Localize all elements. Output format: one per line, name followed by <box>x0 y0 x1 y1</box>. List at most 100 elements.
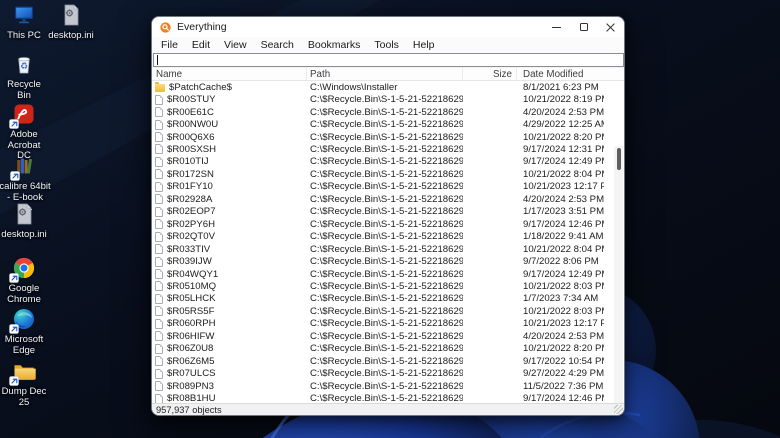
file-name: $R00NW0U <box>167 119 219 131</box>
cell-name: $R02PY6H <box>152 219 307 230</box>
cell-date-modified: 10/21/2023 12:17 PM <box>523 181 604 193</box>
table-row[interactable]: $R0510MQ C:\$Recycle.Bin\S-1-5-21-522186… <box>152 280 624 292</box>
desktop-icon-label: Recycle Bin <box>7 79 41 101</box>
file-name: $R01FY10 <box>167 181 213 193</box>
file-name: $R00E61C <box>167 106 214 118</box>
file-type-icon <box>155 107 163 118</box>
minimize-icon <box>552 26 561 28</box>
table-row[interactable]: $R0172SN C:\$Recycle.Bin\S-1-5-21-522186… <box>152 168 624 180</box>
file-type-icon <box>155 256 163 267</box>
file-name: $R0172SN <box>167 168 214 180</box>
status-bar: 957,937 objects <box>152 403 624 415</box>
table-row[interactable]: $R05LHCK C:\$Recycle.Bin\S-1-5-21-522186… <box>152 293 624 305</box>
desktop-icon-glyph <box>58 3 84 27</box>
file-type-icon <box>155 318 163 329</box>
table-row[interactable]: $R00STUY C:\$Recycle.Bin\S-1-5-21-522186… <box>152 93 624 105</box>
desktop-icon-glyph <box>11 52 37 76</box>
search-input[interactable] <box>153 53 624 67</box>
table-row[interactable]: $R06Z0U8 C:\$Recycle.Bin\S-1-5-21-522186… <box>152 343 624 355</box>
table-row[interactable]: $R02PY6H C:\$Recycle.Bin\S-1-5-21-522186… <box>152 218 624 230</box>
window-controls <box>543 17 624 37</box>
menu-item[interactable]: Edit <box>185 39 217 51</box>
menu-item[interactable]: Help <box>406 39 442 51</box>
results-list: $PatchCache$ C:\Windows\Installer 8/1/20… <box>152 81 624 403</box>
cell-path: C:\$Recycle.Bin\S-1-5-21-522186291-20652… <box>310 181 463 193</box>
desktop-icon-edge[interactable]: Microsoft Edge <box>0 307 48 356</box>
file-name: $R02QT0V <box>167 231 215 243</box>
desktop-icon-this-pc[interactable]: This PC <box>0 3 48 42</box>
minimize-button[interactable] <box>543 17 570 37</box>
menu-bar: File Edit View Search Bookmarks Tools He… <box>152 37 624 53</box>
table-row[interactable]: $R00E61C C:\$Recycle.Bin\S-1-5-21-522186… <box>152 106 624 118</box>
table-row[interactable]: $R01FY10 C:\$Recycle.Bin\S-1-5-21-522186… <box>152 181 624 193</box>
file-type-icon <box>155 94 163 105</box>
cell-name: $R089PN3 <box>152 381 307 392</box>
desktop-icon-chrome[interactable]: Google Chrome <box>0 256 48 305</box>
table-row[interactable]: $R039IJW C:\$Recycle.Bin\S-1-5-21-522186… <box>152 255 624 267</box>
file-type-icon <box>155 156 163 167</box>
menu-item[interactable]: Tools <box>367 39 406 51</box>
file-type-icon <box>155 169 163 180</box>
column-header-path[interactable]: Path <box>307 68 463 80</box>
table-row[interactable]: $PatchCache$ C:\Windows\Installer 8/1/20… <box>152 81 624 93</box>
cell-path: C:\$Recycle.Bin\S-1-5-21-522186291-20652… <box>310 393 463 403</box>
window-titlebar[interactable]: Everything <box>152 17 624 37</box>
table-row[interactable]: $R08B1HU C:\$Recycle.Bin\S-1-5-21-522186… <box>152 392 624 403</box>
table-row[interactable]: $R060RPH C:\$Recycle.Bin\S-1-5-21-522186… <box>152 318 624 330</box>
table-row[interactable]: $R06Z6M5 C:\$Recycle.Bin\S-1-5-21-522186… <box>152 355 624 367</box>
cell-path: C:\$Recycle.Bin\S-1-5-21-522186291-20652… <box>310 156 463 168</box>
close-button[interactable] <box>597 17 624 37</box>
table-row[interactable]: $R089PN3 C:\$Recycle.Bin\S-1-5-21-522186… <box>152 380 624 392</box>
cell-name: $R00Q6X6 <box>152 132 307 143</box>
file-name: $R089PN3 <box>167 380 214 392</box>
file-type-icon <box>155 81 165 92</box>
table-row[interactable]: $R02QT0V C:\$Recycle.Bin\S-1-5-21-522186… <box>152 230 624 242</box>
desktop-icon-recycle-bin[interactable]: Recycle Bin <box>0 52 48 101</box>
desktop-icon-desktop-ini-2[interactable]: desktop.ini <box>0 202 48 241</box>
cell-name: $R07ULCS <box>152 368 307 379</box>
menu-item[interactable]: Bookmarks <box>301 39 368 51</box>
table-row[interactable]: $R033TIV C:\$Recycle.Bin\S-1-5-21-522186… <box>152 243 624 255</box>
column-header-name[interactable]: Name <box>152 68 307 80</box>
object-count: 957,937 objects <box>156 404 222 415</box>
table-row[interactable]: $R00NW0U C:\$Recycle.Bin\S-1-5-21-522186… <box>152 118 624 130</box>
shortcut-arrow-icon <box>10 171 20 181</box>
table-row[interactable]: $R05RS5F C:\$Recycle.Bin\S-1-5-21-522186… <box>152 305 624 317</box>
file-name: $R06HIFW <box>167 330 215 342</box>
table-row[interactable]: $R07ULCS C:\$Recycle.Bin\S-1-5-21-522186… <box>152 367 624 379</box>
desktop-icon-label: Google Chrome <box>7 283 41 305</box>
scrollbar-thumb[interactable] <box>616 148 621 170</box>
desktop-icon-acrobat[interactable]: Adobe Acrobat DC <box>0 102 48 162</box>
cell-date-modified: 10/21/2022 8:20 PM <box>523 343 604 355</box>
cell-name: $R06Z0U8 <box>152 343 307 354</box>
table-row[interactable]: $R010TIJ C:\$Recycle.Bin\S-1-5-21-522186… <box>152 156 624 168</box>
shortcut-arrow-icon <box>9 273 19 283</box>
menu-item[interactable]: Search <box>254 39 301 51</box>
cell-date-modified: 9/27/2022 4:29 PM <box>523 368 604 380</box>
menu-item[interactable]: File <box>154 39 185 51</box>
file-name: $R010TIJ <box>167 156 209 168</box>
table-row[interactable]: $R00Q6X6 C:\$Recycle.Bin\S-1-5-21-522186… <box>152 131 624 143</box>
cell-path: C:\$Recycle.Bin\S-1-5-21-522186291-20652… <box>310 268 463 280</box>
cell-date-modified: 9/17/2024 12:46 PM <box>523 393 604 403</box>
everything-app-icon <box>160 22 171 33</box>
resize-grip[interactable] <box>614 405 623 414</box>
menu-item[interactable]: View <box>217 39 254 51</box>
maximize-button[interactable] <box>570 17 597 37</box>
cell-name: $R0510MQ <box>152 281 307 292</box>
desktop-icon-desktop-ini[interactable]: desktop.ini <box>47 3 95 42</box>
table-row[interactable]: $R02928A C:\$Recycle.Bin\S-1-5-21-522186… <box>152 193 624 205</box>
table-row[interactable]: $R04WQY1 C:\$Recycle.Bin\S-1-5-21-522186… <box>152 268 624 280</box>
column-header-date-modified[interactable]: Date Modified <box>517 68 604 80</box>
file-type-icon <box>155 356 163 367</box>
desktop-icon-label: Dump Dec 25 <box>1 386 47 408</box>
cell-date-modified: 4/20/2024 2:53 PM <box>523 106 604 118</box>
cell-name: $R00NW0U <box>152 119 307 130</box>
table-row[interactable]: $R02EOP7 C:\$Recycle.Bin\S-1-5-21-522186… <box>152 206 624 218</box>
cell-path: C:\$Recycle.Bin\S-1-5-21-522186291-20652… <box>310 343 463 355</box>
table-row[interactable]: $R00SXSH C:\$Recycle.Bin\S-1-5-21-522186… <box>152 143 624 155</box>
column-header-size[interactable]: Size <box>463 68 517 80</box>
desktop-icon-dump-folder[interactable]: Dump Dec 25 <box>0 359 48 408</box>
vertical-scrollbar[interactable] <box>614 146 623 403</box>
table-row[interactable]: $R06HIFW C:\$Recycle.Bin\S-1-5-21-522186… <box>152 330 624 342</box>
